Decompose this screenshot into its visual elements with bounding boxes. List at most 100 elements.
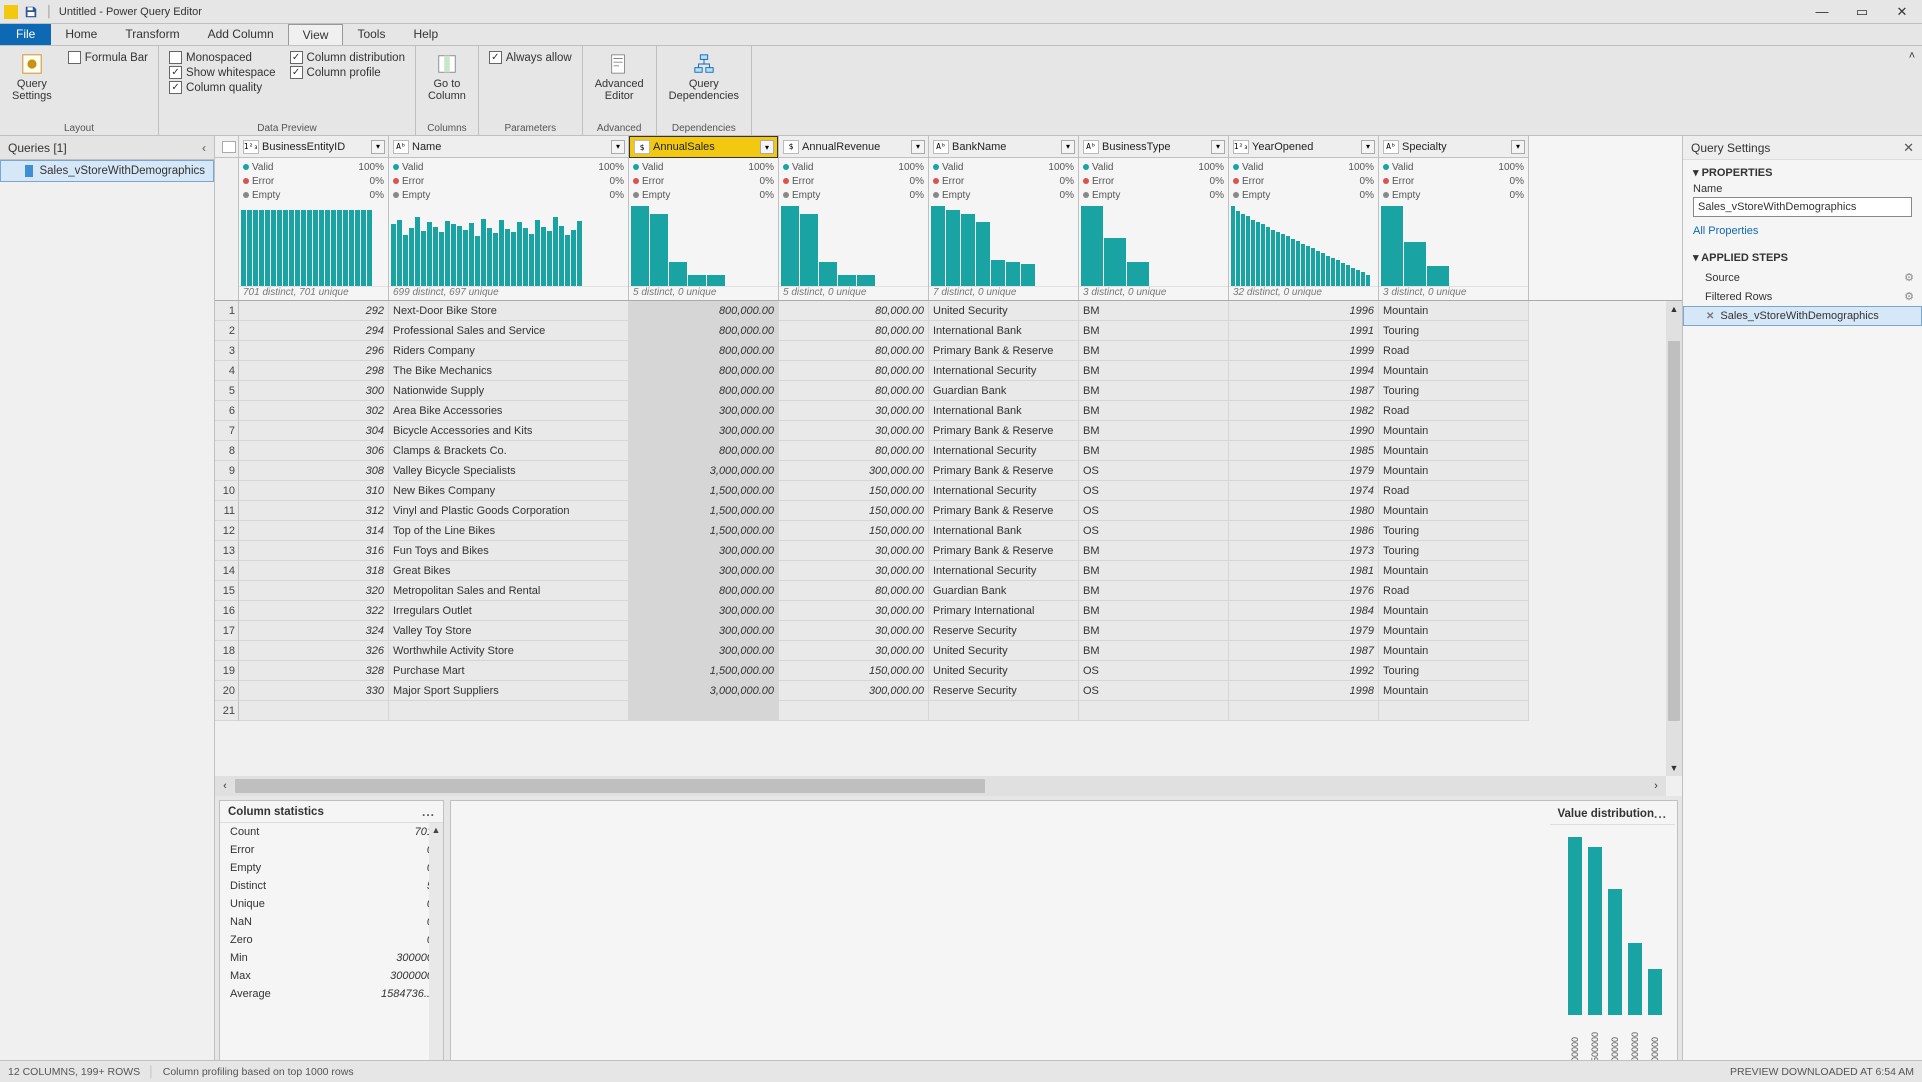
data-cell[interactable]: BM	[1079, 401, 1229, 421]
show-whitespace-checkbox[interactable]: Show whitespace	[169, 66, 276, 79]
data-cell[interactable]: 30,000.00	[779, 541, 929, 561]
data-cell[interactable]: OS	[1079, 521, 1229, 541]
data-cell[interactable]: Nationwide Supply	[389, 381, 629, 401]
data-cell[interactable]: 300,000.00	[629, 541, 779, 561]
row-number-cell[interactable]: 6	[215, 401, 239, 421]
data-cell[interactable]: 320	[239, 581, 389, 601]
column-dropdown-icon[interactable]: ▾	[371, 140, 385, 154]
menu-transform[interactable]: Transform	[111, 24, 193, 45]
horizontal-scrollbar[interactable]: ‹ ›	[215, 776, 1666, 796]
data-cell[interactable]	[1379, 701, 1529, 721]
data-cell[interactable]: Mountain	[1379, 621, 1529, 641]
data-cell[interactable]: Mountain	[1379, 361, 1529, 381]
data-cell[interactable]: 298	[239, 361, 389, 381]
row-number-cell[interactable]: 14	[215, 561, 239, 581]
data-cell[interactable]: International Security	[929, 561, 1079, 581]
data-cell[interactable]: 292	[239, 301, 389, 321]
data-cell[interactable]: Clamps & Brackets Co.	[389, 441, 629, 461]
data-cell[interactable]: 1981	[1229, 561, 1379, 581]
queries-collapse-icon[interactable]: ‹	[202, 141, 206, 155]
data-cell[interactable]: 324	[239, 621, 389, 641]
data-cell[interactable]	[1229, 701, 1379, 721]
data-cell[interactable]: OS	[1079, 481, 1229, 501]
data-cell[interactable]: 150,000.00	[779, 661, 929, 681]
column-header-id[interactable]: 1²₃ BusinessEntityID ▾	[239, 136, 388, 158]
data-cell[interactable]: 1,500,000.00	[629, 661, 779, 681]
data-cell[interactable]: Mountain	[1379, 301, 1529, 321]
data-cell[interactable]: Guardian Bank	[929, 581, 1079, 601]
ribbon-collapse-button[interactable]: ˄	[1902, 46, 1922, 135]
data-cell[interactable]: Metropolitan Sales and Rental	[389, 581, 629, 601]
data-cell[interactable]: International Bank	[929, 321, 1079, 341]
data-cell[interactable]: 294	[239, 321, 389, 341]
data-cell[interactable]: International Security	[929, 481, 1079, 501]
row-number-cell[interactable]: 5	[215, 381, 239, 401]
data-cell[interactable]: 30,000.00	[779, 401, 929, 421]
data-cell[interactable]: 1996	[1229, 301, 1379, 321]
data-cell[interactable]: 300,000.00	[629, 641, 779, 661]
data-cell[interactable]: Purchase Mart	[389, 661, 629, 681]
data-cell[interactable]: BM	[1079, 301, 1229, 321]
data-cell[interactable]: BM	[1079, 421, 1229, 441]
data-cell[interactable]: Mountain	[1379, 421, 1529, 441]
scroll-up-icon[interactable]: ▲	[1666, 301, 1682, 317]
column-header-name[interactable]: Aᵇ Name ▾	[389, 136, 628, 158]
data-cell[interactable]: 310	[239, 481, 389, 501]
data-cell[interactable]: 330	[239, 681, 389, 701]
row-number-cell[interactable]: 3	[215, 341, 239, 361]
data-cell[interactable]: 80,000.00	[779, 341, 929, 361]
data-cell[interactable]: 30,000.00	[779, 601, 929, 621]
column-dropdown-icon[interactable]: ▾	[611, 140, 625, 154]
data-cell[interactable]: 1,500,000.00	[629, 521, 779, 541]
data-cell[interactable]: 80,000.00	[779, 361, 929, 381]
query-name-input[interactable]	[1693, 197, 1912, 217]
data-cell[interactable]: 800,000.00	[629, 441, 779, 461]
row-number-cell[interactable]: 20	[215, 681, 239, 701]
data-cell[interactable]: 1979	[1229, 621, 1379, 641]
column-type-icon[interactable]: 1²₃	[243, 140, 259, 154]
data-cell[interactable]: 30,000.00	[779, 421, 929, 441]
data-cell[interactable]: International Security	[929, 361, 1079, 381]
data-cell[interactable]: Touring	[1379, 381, 1529, 401]
data-cell[interactable]: Mountain	[1379, 681, 1529, 701]
data-cell[interactable]: 300,000.00	[629, 601, 779, 621]
data-cell[interactable]: 800,000.00	[629, 301, 779, 321]
data-cell[interactable]: United Security	[929, 661, 1079, 681]
data-cell[interactable]: Guardian Bank	[929, 381, 1079, 401]
data-cell[interactable]: BM	[1079, 621, 1229, 641]
data-cell[interactable]: Road	[1379, 481, 1529, 501]
data-cell[interactable]: Valley Toy Store	[389, 621, 629, 641]
data-cell[interactable]: 30,000.00	[779, 621, 929, 641]
data-cell[interactable]: 150,000.00	[779, 481, 929, 501]
column-header-sales[interactable]: $ AnnualSales ▾	[629, 136, 778, 158]
data-cell[interactable]: International Bank	[929, 401, 1079, 421]
all-properties-link[interactable]: All Properties	[1683, 223, 1922, 245]
column-dropdown-icon[interactable]: ▾	[1511, 140, 1525, 154]
data-cell[interactable]: Road	[1379, 341, 1529, 361]
data-cell[interactable]: Great Bikes	[389, 561, 629, 581]
always-allow-checkbox[interactable]: Always allow	[489, 51, 572, 64]
row-number-cell[interactable]: 19	[215, 661, 239, 681]
data-cell[interactable]: 296	[239, 341, 389, 361]
data-cell[interactable]: Touring	[1379, 321, 1529, 341]
row-number-cell[interactable]: 10	[215, 481, 239, 501]
data-cell[interactable]: Major Sport Suppliers	[389, 681, 629, 701]
column-header-btype[interactable]: Aᵇ BusinessType ▾	[1079, 136, 1228, 158]
data-cell[interactable]: OS	[1079, 461, 1229, 481]
data-cell[interactable]: OS	[1079, 661, 1229, 681]
data-cell[interactable]: 1979	[1229, 461, 1379, 481]
column-type-icon[interactable]: $	[634, 140, 650, 154]
column-type-icon[interactable]: Aᵇ	[1383, 140, 1399, 154]
data-cell[interactable]: 300,000.00	[629, 401, 779, 421]
query-item[interactable]: Sales_vStoreWithDemographics	[0, 160, 214, 182]
data-cell[interactable]: Primary Bank & Reserve	[929, 421, 1079, 441]
query-settings-close-icon[interactable]: ✕	[1903, 140, 1914, 156]
data-cell[interactable]: 1984	[1229, 601, 1379, 621]
data-cell[interactable]: Primary Bank & Reserve	[929, 501, 1079, 521]
data-cell[interactable]: BM	[1079, 601, 1229, 621]
menu-home[interactable]: Home	[51, 24, 111, 45]
go-to-column-button[interactable]: Go to Column	[422, 49, 472, 105]
data-cell[interactable]: Road	[1379, 401, 1529, 421]
data-cell[interactable]: 800,000.00	[629, 361, 779, 381]
applied-steps-header[interactable]: APPLIED STEPS	[1683, 245, 1922, 268]
